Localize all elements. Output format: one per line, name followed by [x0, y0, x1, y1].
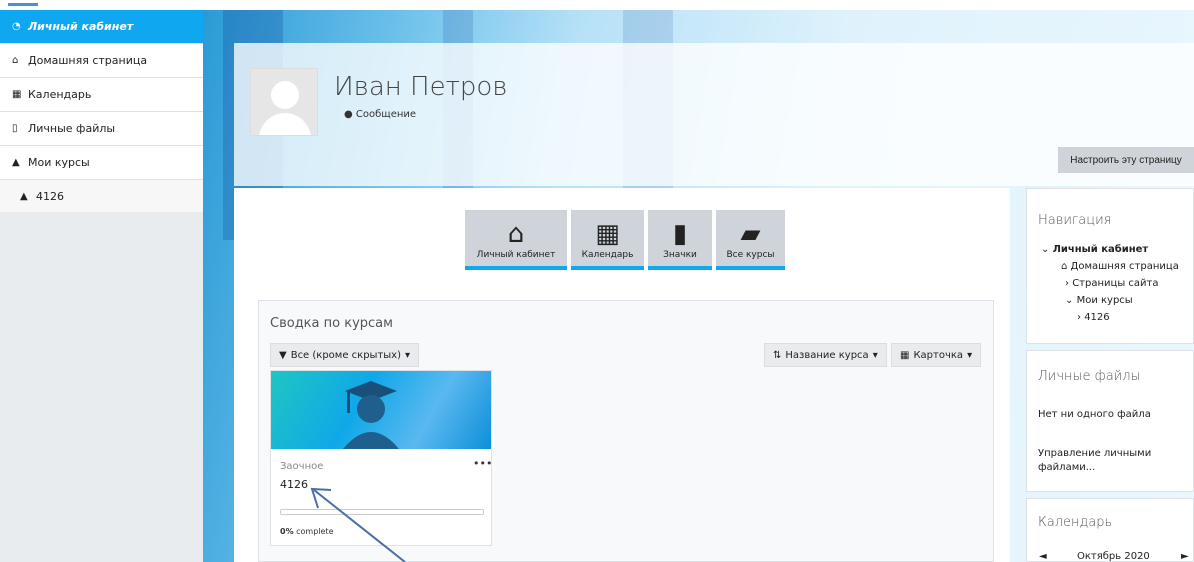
sidebar: ◔ Личный кабинет ⌂ Домашняя страница ▦ К…: [0, 10, 203, 562]
caret-down-icon: ▾: [405, 349, 411, 361]
tile-all-courses[interactable]: ▰ Все курсы: [716, 210, 785, 270]
calendar-block: Календарь ◄ Октябрь 2020 ►: [1026, 498, 1194, 562]
course-progress-text: 0% complete: [280, 527, 334, 536]
private-files-block: Личные файлы Нет ни одного файла Управле…: [1026, 350, 1194, 492]
comment-icon: ●: [344, 109, 353, 120]
chevron-right-icon: ›: [1065, 278, 1069, 289]
home-icon: ⌂: [1061, 261, 1068, 272]
tile-dashboard[interactable]: ⌂ Личный кабинет: [465, 210, 567, 270]
grid-icon: ▦: [900, 349, 910, 361]
sidebar-item-label: Личные файлы: [28, 122, 116, 135]
private-files-title: Личные файлы: [1038, 369, 1141, 384]
nav-item-home[interactable]: ⌂ Домашняя страница: [1041, 258, 1179, 275]
customize-page-button[interactable]: Настроить эту страницу: [1058, 147, 1194, 173]
sidebar-item-dashboard[interactable]: ◔ Личный кабинет: [0, 10, 203, 44]
avatar[interactable]: [250, 68, 318, 136]
course-category: Заочное: [280, 461, 324, 472]
graduation-cap-icon: ▲: [12, 157, 20, 168]
tile-label: Календарь: [581, 250, 634, 260]
calendar-title: Календарь: [1038, 515, 1113, 530]
caret-down-icon: ▾: [967, 349, 973, 361]
sidebar-course-label: 4126: [36, 189, 64, 203]
manage-files-link[interactable]: Управление личными файлами...: [1038, 447, 1178, 475]
graduate-silhouette-icon: [343, 381, 399, 449]
more-options-icon[interactable]: •••: [473, 457, 492, 470]
course-name-link[interactable]: 4126: [280, 478, 308, 491]
book-icon: ▰: [740, 219, 761, 249]
view-dropdown[interactable]: ▦ Карточка ▾: [891, 343, 982, 367]
filter-dropdown[interactable]: ▼ Все (кроме скрытых) ▾: [270, 343, 420, 367]
sidebar-item-label: Мои курсы: [28, 156, 90, 169]
filter-icon: ▼: [279, 349, 287, 361]
tile-badges[interactable]: ▮ Значки: [648, 210, 712, 270]
calendar-icon: ▦: [595, 219, 620, 249]
message-link[interactable]: ● Сообщение: [344, 109, 416, 120]
course-progress-bar: [280, 509, 484, 515]
sidebar-item-label: Календарь: [28, 88, 92, 101]
course-card[interactable]: Заочное 4126 ••• 0% complete: [270, 370, 492, 546]
nav-item-site-pages[interactable]: › Страницы сайта: [1041, 275, 1179, 292]
tile-label: Все курсы: [726, 250, 775, 260]
calendar-icon: ▦: [12, 89, 22, 100]
chevron-down-icon: ⌄: [1065, 295, 1074, 306]
calendar-month: Октябрь 2020: [1077, 551, 1150, 562]
sidebar-item-label: Домашняя страница: [28, 54, 148, 67]
navigation-title: Навигация: [1038, 213, 1112, 228]
course-overview-title: Сводка по курсам: [270, 316, 393, 331]
tile-calendar[interactable]: ▦ Календарь: [571, 210, 644, 270]
no-files-text: Нет ни одного файла: [1038, 409, 1151, 420]
sort-dropdown[interactable]: ⇅ Название курса ▾: [764, 343, 887, 367]
sidebar-item-calendar[interactable]: ▦ Календарь: [0, 78, 203, 112]
dashboard-icon: ◔: [12, 21, 21, 32]
sidebar-item-my-courses[interactable]: ▲ Мои курсы: [0, 146, 203, 180]
sort-icon: ⇅: [773, 349, 782, 361]
course-image[interactable]: [271, 371, 491, 449]
sidebar-item-label: Личный кабинет: [28, 20, 134, 33]
tile-label: Личный кабинет: [476, 250, 556, 260]
calendar-next-button[interactable]: ►: [1181, 551, 1189, 562]
calendar-prev-button[interactable]: ◄: [1039, 551, 1047, 562]
home-icon: ⌂: [507, 219, 525, 249]
home-icon: ⌂: [12, 55, 19, 66]
bookmark-icon: ▮: [672, 219, 688, 249]
sidebar-item-private-files[interactable]: ▯ Личные файлы: [0, 112, 203, 146]
file-icon: ▯: [12, 123, 18, 134]
graduation-cap-icon: ▲: [20, 190, 28, 202]
navigation-block: Навигация ⌄ Личный кабинет ⌂ Домашняя ст…: [1026, 188, 1194, 344]
nav-item-dashboard[interactable]: ⌄ Личный кабинет: [1041, 241, 1179, 258]
nav-item-course[interactable]: › 4126: [1041, 309, 1179, 326]
sidebar-item-home[interactable]: ⌂ Домашняя страница: [0, 44, 203, 78]
sidebar-item-course[interactable]: ▲ 4126: [0, 180, 203, 212]
tile-label: Значки: [663, 250, 697, 260]
quick-tiles: ⌂ Личный кабинет ▦ Календарь ▮ Значки ▰ …: [465, 210, 785, 270]
top-accent: [8, 3, 38, 6]
top-bar: [0, 0, 1194, 10]
caret-down-icon: ▾: [872, 349, 878, 361]
chevron-right-icon: ›: [1077, 312, 1081, 323]
user-name: Иван Петров: [334, 72, 508, 102]
nav-item-my-courses[interactable]: ⌄ Мои курсы: [1041, 292, 1179, 309]
chevron-down-icon: ⌄: [1041, 244, 1050, 255]
